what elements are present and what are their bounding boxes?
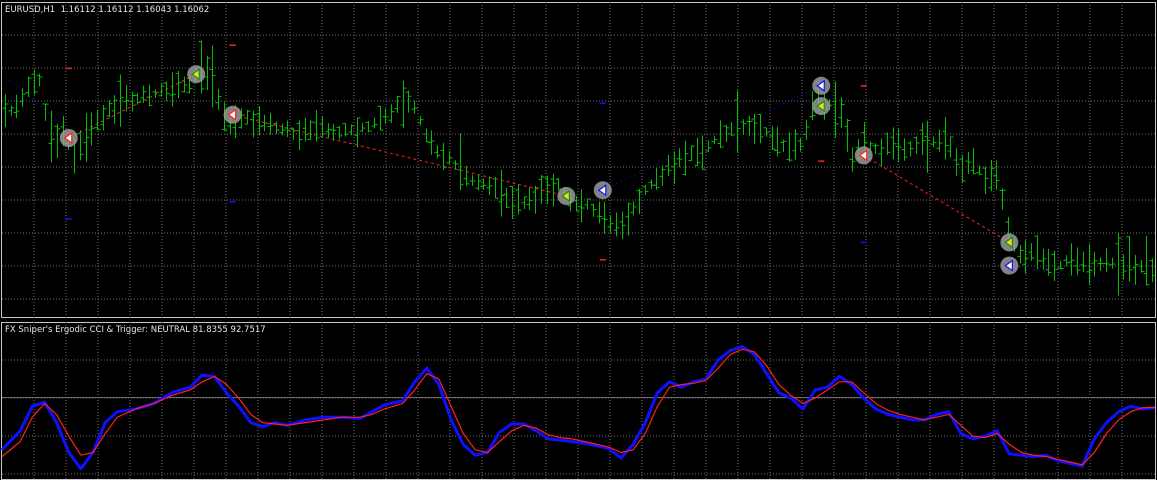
sell-trend-line — [863, 154, 1010, 243]
indicator-title: FX Sniper's Ergodic CCI & Trigger: NEUTR… — [5, 325, 266, 335]
price-chart-plot[interactable] — [0, 0, 1157, 319]
price-chart-pane[interactable]: EURUSD,H1 1.16112 1.16112 1.16043 1.1606… — [0, 0, 1157, 319]
buy-trend-line — [1009, 265, 1156, 290]
buy-trend-line — [1, 73, 70, 130]
indicator-pane[interactable]: FX Sniper's Ergodic CCI & Trigger: NEUTR… — [0, 321, 1157, 480]
price-chart-title: EURUSD,H1 1.16112 1.16112 1.16043 1.1606… — [5, 5, 210, 15]
indicator-plot[interactable] — [0, 321, 1157, 479]
